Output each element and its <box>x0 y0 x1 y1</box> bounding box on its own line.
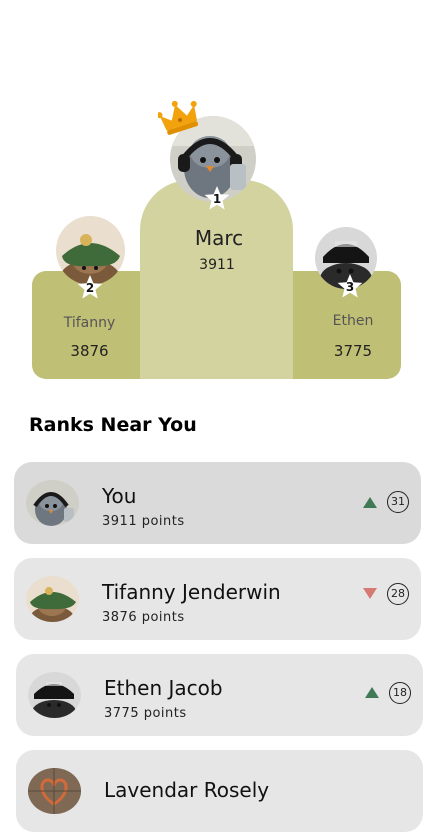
avatar <box>28 672 81 718</box>
list-item-name: Lavendar Rosely <box>104 778 270 802</box>
rank-list-item[interactable]: You 3911 points 31 <box>14 462 421 544</box>
list-item-name: Ethen Jacob <box>104 676 223 700</box>
third-place-score: 3775 <box>333 342 373 360</box>
avatar <box>26 576 79 622</box>
section-title: Ranks Near You <box>29 414 197 436</box>
second-place-score: 3876 <box>70 342 109 360</box>
leaderboard-podium: 1 2 3 Marc 3911 Tifanny 3876 Ethen 3775 <box>0 0 437 390</box>
rank-number-badge: 18 <box>389 682 411 704</box>
first-place-name: Marc <box>194 226 244 250</box>
list-item-points: 3775 points <box>104 706 187 721</box>
trend-up-icon <box>363 497 377 508</box>
list-item-points: 3876 points <box>102 610 185 625</box>
third-place-rank: 3 <box>345 280 355 294</box>
first-place-star-badge: 1 <box>203 185 231 213</box>
crown-icon <box>156 96 202 140</box>
rank-list-item[interactable]: Ethen Jacob 3775 points 18 <box>16 654 423 736</box>
second-place-rank: 2 <box>85 281 95 295</box>
avatar <box>28 768 81 814</box>
trend-down-icon <box>363 588 377 599</box>
list-item-points: 3911 points <box>102 514 185 529</box>
third-place-star-badge: 3 <box>336 273 364 301</box>
rank-list-item[interactable]: Lavendar Rosely <box>16 750 423 832</box>
rank-number-badge: 28 <box>387 583 409 605</box>
second-place-name: Tifanny <box>63 315 116 331</box>
list-item-name: Tifanny Jenderwin <box>102 580 281 604</box>
list-item-name: You <box>102 484 137 508</box>
second-place-star-badge: 2 <box>76 274 104 302</box>
third-place-name: Ethen <box>332 313 374 329</box>
first-place-score: 3911 <box>199 257 235 273</box>
avatar <box>26 480 79 526</box>
first-place-rank: 1 <box>212 192 222 206</box>
rank-list-item[interactable]: Tifanny Jenderwin 3876 points 28 <box>14 558 421 640</box>
rank-number-badge: 31 <box>387 491 409 513</box>
trend-up-icon <box>365 687 379 698</box>
